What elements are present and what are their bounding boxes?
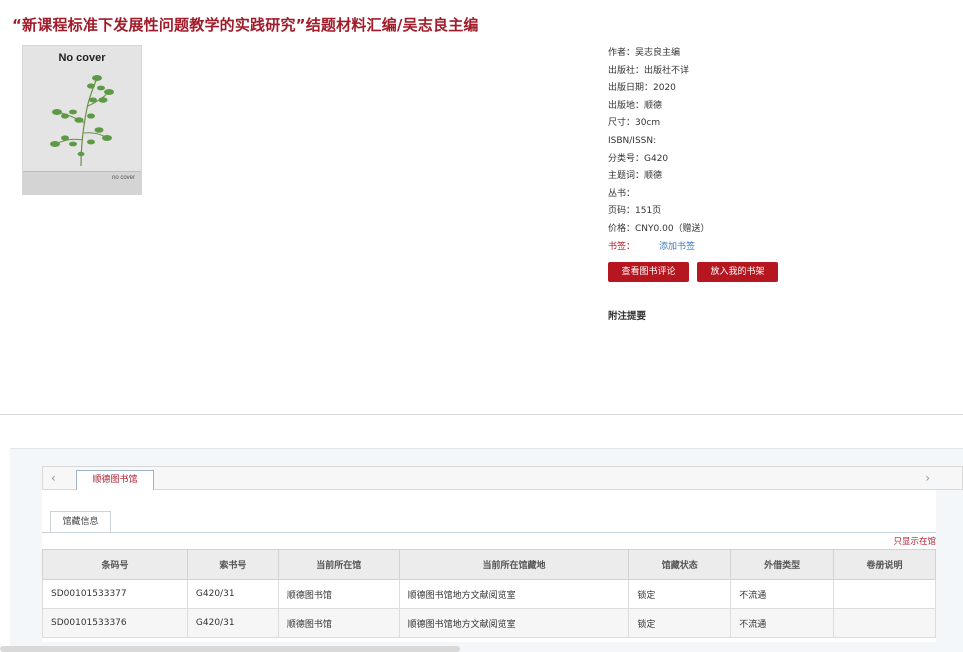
cell-loan-type: 不流通 — [730, 608, 835, 638]
book-cover-image: No cover no cover — [22, 45, 142, 195]
notes-heading: 附注提要 — [608, 311, 647, 322]
section-divider — [0, 414, 963, 415]
cell-current-location: 顺德图书馆地方文献阅览室 — [398, 608, 630, 638]
col-volume-note: 卷册说明 — [833, 549, 936, 580]
only-show-in-library-link[interactable]: 只显示在馆 — [893, 535, 936, 547]
add-tag-link[interactable]: 添加书签 — [659, 242, 695, 252]
meta-publisher: 出版社：出版社不详 — [608, 65, 690, 76]
meta-author: 作者：吴志良主编 — [608, 48, 681, 58]
meta-subject: 主题词：顺德 — [608, 171, 663, 182]
subtab-underline — [42, 532, 936, 533]
chevron-left-icon[interactable]: ‹ — [51, 471, 56, 485]
meta-pages: 页码：151页 — [608, 206, 662, 217]
cover-bottom-text: no cover — [111, 175, 135, 181]
meta-tags: 书签： 添加书签 — [608, 239, 948, 257]
book-metadata: 作者：吴志良主编 出版社：出版社不详 出版日期：2020 出版地：顺德 尺寸：3… — [608, 45, 948, 256]
cell-current-library: 顺德图书馆 — [277, 579, 400, 609]
cell-status: 锁定 — [628, 608, 732, 638]
view-reviews-button[interactable]: 查看图书评论 — [608, 262, 689, 282]
col-loan-type: 外借类型 — [730, 549, 835, 580]
cell-current-library: 顺德图书馆 — [277, 608, 400, 638]
library-tab-bar: ‹ › — [42, 466, 963, 490]
chevron-right-icon[interactable]: › — [925, 471, 930, 485]
meta-price: 价格：CNY0.00（赠送） — [608, 223, 710, 234]
tag-label: 书签： — [608, 241, 636, 252]
col-current-location: 当前所在馆藏地 — [398, 549, 630, 580]
plant-illustration-icon — [50, 75, 114, 167]
cell-volume-note — [833, 608, 936, 638]
cell-call-number: G420/31 — [186, 608, 279, 638]
meta-pub-date: 出版日期：2020 — [608, 83, 676, 94]
meta-size: 尺寸：30cm — [608, 118, 661, 129]
meta-isbn: ISBN/ISSN: — [608, 135, 657, 146]
cell-volume-note — [833, 579, 936, 609]
table-header-row: 条码号 索书号 当前所在馆 当前所在馆藏地 馆藏状态 外借类型 卷册说明 — [42, 549, 936, 580]
col-status: 馆藏状态 — [628, 549, 732, 580]
meta-series: 丛书： — [608, 188, 636, 199]
col-call-number: 索书号 — [186, 549, 279, 580]
cell-status: 锁定 — [628, 579, 732, 609]
cover-top-text: No cover — [58, 52, 106, 64]
add-to-shelf-button[interactable]: 放入我的书架 — [697, 262, 778, 282]
col-current-library: 当前所在馆 — [277, 549, 400, 580]
cell-current-location: 顺德图书馆地方文献阅览室 — [398, 579, 630, 609]
table-row: SD00101533376 G420/31 顺德图书馆 顺德图书馆地方文献阅览室… — [42, 608, 936, 638]
tab-library[interactable]: 顺德图书馆 — [76, 470, 154, 491]
book-title: “新课程标准下发展性问题教学的实践研究”结题材料汇编/吴志良主编 — [12, 16, 479, 34]
cover-bottom-strip: no cover — [23, 171, 141, 194]
meta-class-no: 分类号：G420 — [608, 153, 669, 164]
tab-holdings-info[interactable]: 馆藏信息 — [50, 511, 111, 533]
cell-barcode: SD00101533376 — [42, 608, 188, 638]
holdings-table: 条码号 索书号 当前所在馆 当前所在馆藏地 馆藏状态 外借类型 卷册说明 SD0… — [42, 549, 936, 638]
cell-loan-type: 不流通 — [730, 579, 835, 609]
cell-barcode: SD00101533377 — [42, 579, 188, 609]
table-row: SD00101533377 G420/31 顺德图书馆 顺德图书馆地方文献阅览室… — [42, 579, 936, 609]
horizontal-scrollbar[interactable] — [0, 646, 460, 652]
col-barcode: 条码号 — [42, 549, 188, 580]
cell-call-number: G420/31 — [186, 579, 279, 609]
meta-pub-place: 出版地：顺德 — [608, 100, 663, 111]
